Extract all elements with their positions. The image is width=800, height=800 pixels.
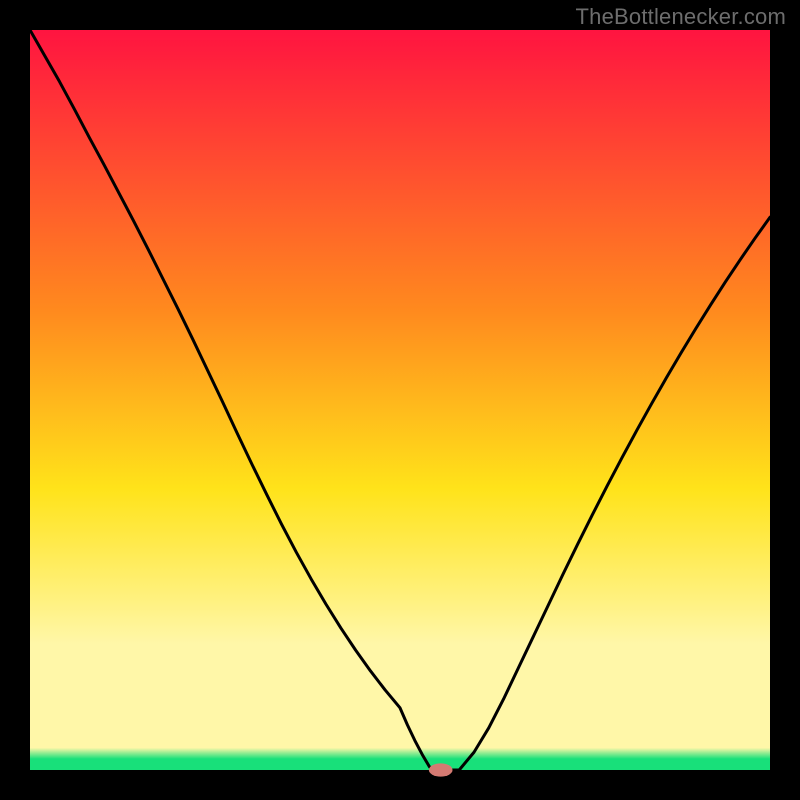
- plot-gradient-background: [30, 30, 770, 770]
- bottleneck-chart: [0, 0, 800, 800]
- optimum-marker: [429, 763, 453, 776]
- chart-container: { "attribution": "TheBottlenecker.com", …: [0, 0, 800, 800]
- attribution-text: TheBottlenecker.com: [576, 4, 786, 30]
